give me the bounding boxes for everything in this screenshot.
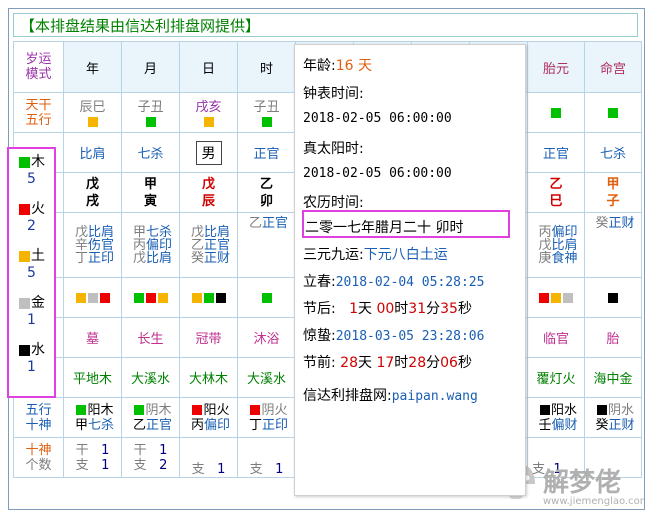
shishen-hour: 正官 <box>237 132 296 173</box>
wood-swatch <box>19 156 30 168</box>
jieqian-line: 节前: 28天 17时28分06秒 <box>303 355 472 371</box>
cell <box>584 277 642 318</box>
jingzhe-line: 惊蛰:2018-03-05 23:28:06 <box>303 328 485 344</box>
shishen-taiyuan: 正官 <box>527 132 585 173</box>
row-label-shishen-count: 十神 个数 <box>13 437 64 478</box>
metal-swatch <box>19 297 30 309</box>
cell: 子丑 <box>237 92 296 133</box>
wx-month: 阴木 乙正官 <box>121 397 180 438</box>
result-header: 【本排盘结果由信达利排盘网提供】 <box>13 13 638 37</box>
changsheng-year: 墓 <box>63 317 122 358</box>
cell <box>179 277 238 318</box>
cell <box>237 277 296 318</box>
clock-value: 2018-02-05 06:00:00 <box>303 111 452 126</box>
cell: 辰巳 <box>63 92 122 133</box>
element-water: 水1 <box>9 339 54 384</box>
nayin-month: 大溪水 <box>121 357 180 398</box>
wood-swatch <box>145 117 156 127</box>
earth-swatch <box>19 250 30 262</box>
site-line: 信达利排盘网:paipan.wang <box>303 388 478 404</box>
element-fire: 火2 <box>9 198 54 243</box>
gender-badge: 男 <box>195 140 222 165</box>
five-elements-panel: 木5 火2 土5 金1 水1 <box>7 147 56 398</box>
clock-label: 钟表时间: <box>303 86 364 102</box>
wood-swatch <box>551 107 561 118</box>
age-line: 年龄:16 天 <box>303 58 372 74</box>
canggan-day: 戊比肩 乙正官 癸正财 <box>179 212 238 278</box>
element-earth: 土5 <box>9 245 54 290</box>
canggan-month: 甲七杀 丙偏印 戊比肩 <box>121 212 180 278</box>
solar-label: 真太阳时: <box>303 141 364 157</box>
lunar-label: 农历时间: <box>303 195 364 211</box>
changsheng-day: 冠带 <box>179 317 238 358</box>
nayin-year: 平地木 <box>63 357 122 398</box>
ganzhi-taiyuan: 乙巳 <box>527 172 585 213</box>
col-hour: 时 <box>237 41 296 93</box>
watermark-text: 解梦佬 <box>543 468 622 498</box>
lichun-line: 立春:2018-02-04 05:28:25 <box>303 274 485 290</box>
ganzhi-month: 甲寅 <box>121 172 180 213</box>
cell <box>121 277 180 318</box>
jiehou-line: 节后: 1天 00时31分35秒 <box>303 301 472 317</box>
cell <box>527 92 585 133</box>
canggan-minggong: 癸正财 <box>584 212 642 278</box>
lunar-highlight <box>302 210 510 238</box>
canggan-hour: 乙正官 <box>237 212 296 278</box>
col-year: 年 <box>63 41 122 93</box>
row-label-mode: 岁运 模式 <box>13 41 64 93</box>
count-hour: 支 1 <box>237 437 296 478</box>
fire-swatch <box>19 203 30 215</box>
col-month: 月 <box>121 41 180 93</box>
nayin-day: 大林木 <box>179 357 238 398</box>
wx-year: 阳木 甲七杀 <box>63 397 122 438</box>
count-day: 支 1 <box>179 437 238 478</box>
cell: 子丑 <box>121 92 180 133</box>
row-label-wuxing-shishen: 五行 十神 <box>13 397 64 438</box>
element-wood: 木5 <box>9 151 54 196</box>
changsheng-minggong: 胎 <box>584 317 642 358</box>
earth-swatch <box>87 117 98 127</box>
row-label-tiangan: 天干 五行 <box>13 92 64 133</box>
water-swatch <box>19 344 30 356</box>
canggan-taiyuan: 丙偏印 戊比肩 庚食神 <box>527 212 585 278</box>
wx-hour: 阴火 丁正印 <box>237 397 296 438</box>
ganzhi-hour: 乙卯 <box>237 172 296 213</box>
col-taiyuan: 胎元 <box>527 41 585 93</box>
wood-swatch <box>261 117 272 127</box>
wx-minggong: 阴水 癸正财 <box>584 397 642 438</box>
shishen-year: 比肩 <box>63 132 122 173</box>
shishen-minggong: 七杀 <box>584 132 642 173</box>
canggan-year: 戊比肩 辛伤官 丁正印 <box>63 212 122 278</box>
nayin-hour: 大溪水 <box>237 357 296 398</box>
cell <box>63 277 122 318</box>
ganzhi-minggong: 甲子 <box>584 172 642 213</box>
gender-cell: 男 <box>179 132 238 173</box>
wx-day: 阳火 丙偏印 <box>179 397 238 438</box>
watermark-url: www.jiemenglao.com <box>543 496 645 507</box>
nayin-minggong: 海中金 <box>584 357 642 398</box>
nayin-taiyuan: 覆灯火 <box>527 357 585 398</box>
ganzhi-day: 戊辰 <box>179 172 238 213</box>
earth-swatch <box>203 117 214 127</box>
cell: 戌亥 <box>179 92 238 133</box>
changsheng-hour: 沐浴 <box>237 317 296 358</box>
changsheng-month: 长生 <box>121 317 180 358</box>
ganzhi-year: 戊戌 <box>63 172 122 213</box>
count-year: 干 1支 1 <box>63 437 122 478</box>
cell <box>584 92 642 133</box>
birth-info-popup: 年龄:16 天 钟表时间: 2018-02-05 06:00:00 真太阳时: … <box>294 44 526 496</box>
changsheng-taiyuan: 临官 <box>527 317 585 358</box>
count-month: 干 1支 2 <box>121 437 180 478</box>
sanyuan-line: 三元九运:下元八白土运 <box>303 247 448 263</box>
cell <box>527 277 585 318</box>
wx-taiyuan: 阳水 壬偏财 <box>527 397 585 438</box>
col-minggong: 命宫 <box>584 41 642 93</box>
site-link[interactable]: paipan.wang <box>392 389 478 404</box>
element-metal: 金1 <box>9 292 54 337</box>
shishen-month: 七杀 <box>121 132 180 173</box>
wood-swatch <box>608 107 618 118</box>
col-day: 日 <box>179 41 238 93</box>
solar-value: 2018-02-05 06:00:00 <box>303 166 452 181</box>
